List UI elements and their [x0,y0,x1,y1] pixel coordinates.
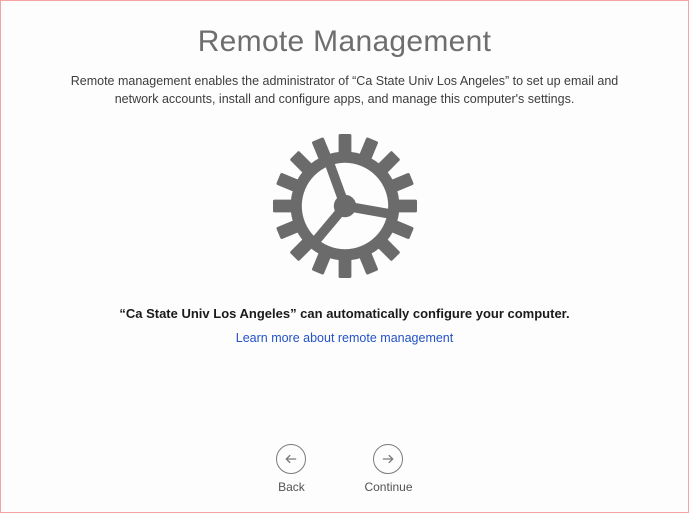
nav-row: Back Continue [270,440,418,512]
back-button[interactable]: Back [270,440,312,498]
gear-icon [1,126,688,286]
continue-label: Continue [364,480,412,494]
arrow-right-icon [373,444,403,474]
arrow-left-icon [276,444,306,474]
remote-management-panel: Remote Management Remote management enab… [1,1,688,512]
status-text: “Ca State Univ Los Angeles” can automati… [119,306,569,321]
learn-more-link[interactable]: Learn more about remote management [236,331,454,345]
back-label: Back [278,480,305,494]
page-description: Remote management enables the administra… [65,73,625,108]
page-title: Remote Management [198,25,492,59]
continue-button[interactable]: Continue [358,440,418,498]
